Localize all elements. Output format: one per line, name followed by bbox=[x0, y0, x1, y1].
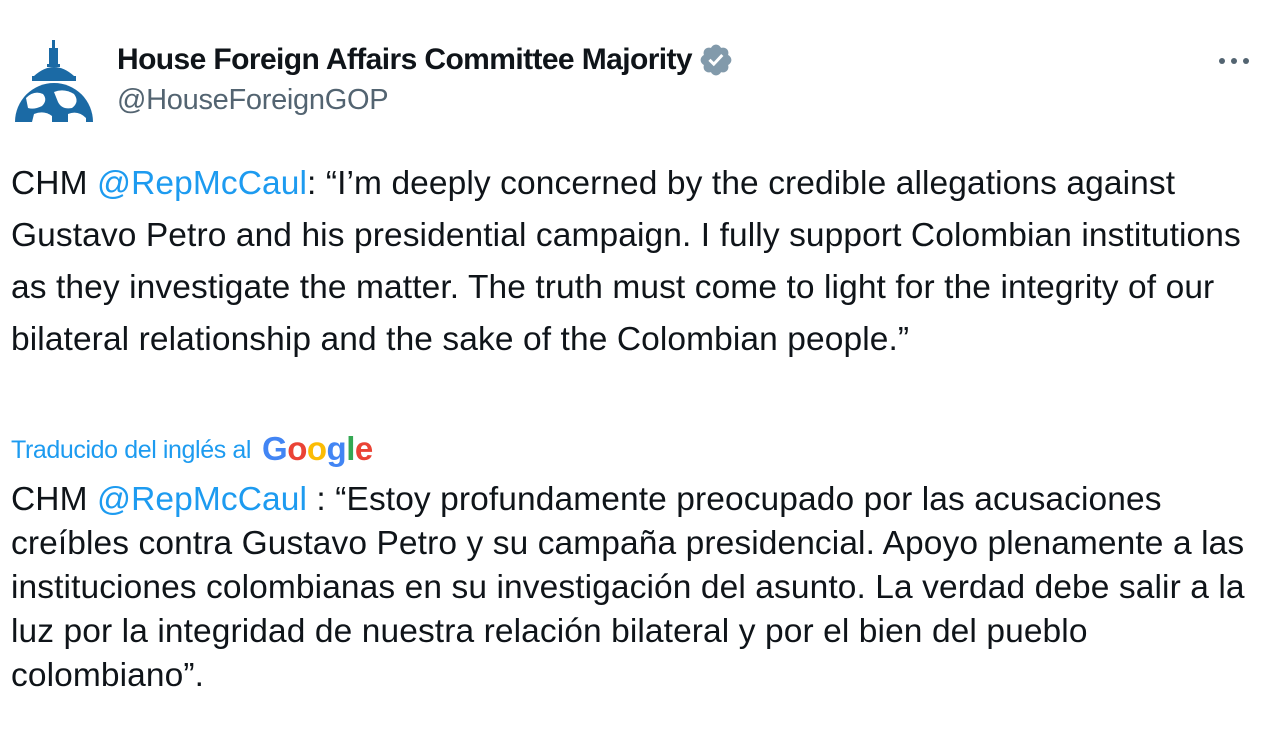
google-letter: o bbox=[306, 430, 327, 467]
google-letter: g bbox=[326, 430, 347, 467]
author-handle[interactable]: @HouseForeignGOP bbox=[117, 84, 389, 117]
tweet-text-translated: CHM @RepMcCaul : “Estoy profundamente pr… bbox=[11, 478, 1273, 698]
translated-from-label[interactable]: Traducido del inglés al bbox=[11, 436, 251, 465]
author-name-row: House Foreign Affairs Committee Majority bbox=[117, 40, 734, 80]
translation-attribution: Traducido del inglés al Google bbox=[11, 430, 373, 470]
mention-link[interactable]: @RepMcCaul bbox=[97, 165, 307, 202]
tweet-prefix: CHM bbox=[11, 481, 97, 518]
verified-badge-icon[interactable] bbox=[698, 42, 734, 78]
google-logo: Google bbox=[262, 430, 373, 468]
tweet-card: House Foreign Affairs Committee Majority… bbox=[0, 0, 1280, 742]
google-letter: e bbox=[354, 430, 373, 467]
tweet-prefix: CHM bbox=[11, 165, 97, 202]
mention-link[interactable]: @RepMcCaul bbox=[97, 481, 307, 518]
google-letter: l bbox=[346, 430, 355, 467]
google-letter: G bbox=[262, 430, 288, 467]
more-options-button[interactable] bbox=[1212, 46, 1256, 76]
google-letter: o bbox=[287, 430, 307, 467]
more-horizontal-icon bbox=[1219, 58, 1249, 64]
author-display-name[interactable]: House Foreign Affairs Committee Majority bbox=[117, 43, 693, 77]
tweet-text-original: CHM @RepMcCaul: “I’m deeply concerned by… bbox=[11, 158, 1273, 366]
capitol-dome-globe-icon[interactable] bbox=[12, 38, 96, 124]
